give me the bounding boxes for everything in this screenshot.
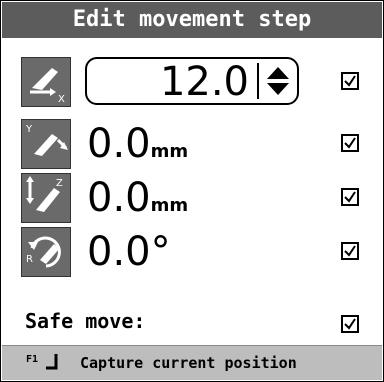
spinbox-divider [257, 63, 259, 99]
z-unit: mm [150, 195, 189, 216]
z-enabled-checkbox[interactable] [341, 188, 359, 206]
movement-row-x: X 12.0 [1, 57, 384, 117]
y-unit: mm [150, 141, 189, 162]
f1-key-bracket-icon [46, 354, 58, 370]
movement-row-z: Z 0.0mm [1, 173, 384, 233]
x-value-spinbox[interactable]: 12.0 [85, 57, 299, 105]
status-bar: F1 Capture current position [2, 345, 382, 380]
safe-move-label: Safe move: [25, 309, 146, 333]
edit-movement-step-dialog: Edit movement step X 12.0 Y 0.0mm Z 0.0m… [0, 0, 384, 382]
rotate-r-icon: R [21, 227, 71, 277]
safe-move-checkbox[interactable] [341, 315, 359, 333]
svg-text:R: R [26, 254, 33, 265]
move-y-icon: Y [21, 119, 71, 169]
x-value[interactable]: 12.0 [160, 59, 249, 105]
move-z-icon: Z [21, 173, 71, 223]
movement-row-y: Y 0.0mm [1, 119, 384, 179]
movement-row-r: R 0.0° [1, 227, 384, 287]
y-value: 0.0mm [87, 119, 188, 169]
r-unit: ° [150, 229, 171, 275]
r-value: 0.0° [87, 227, 171, 277]
svg-text:Z: Z [56, 178, 63, 189]
y-enabled-checkbox[interactable] [341, 134, 359, 152]
svg-text:Y: Y [25, 124, 33, 135]
z-value: 0.0mm [87, 173, 188, 223]
y-value-number: 0.0 [87, 121, 151, 167]
spinbox-arrows-icon[interactable] [265, 65, 291, 97]
dialog-title: Edit movement step [2, 2, 382, 38]
f1-key-label: F1 [26, 354, 39, 365]
capture-position-action[interactable]: Capture current position [80, 354, 297, 372]
r-value-number: 0.0 [87, 229, 151, 275]
x-enabled-checkbox[interactable] [341, 72, 359, 90]
svg-text:X: X [58, 94, 65, 105]
move-x-icon: X [21, 57, 71, 107]
r-enabled-checkbox[interactable] [341, 242, 359, 260]
z-value-number: 0.0 [87, 175, 151, 221]
